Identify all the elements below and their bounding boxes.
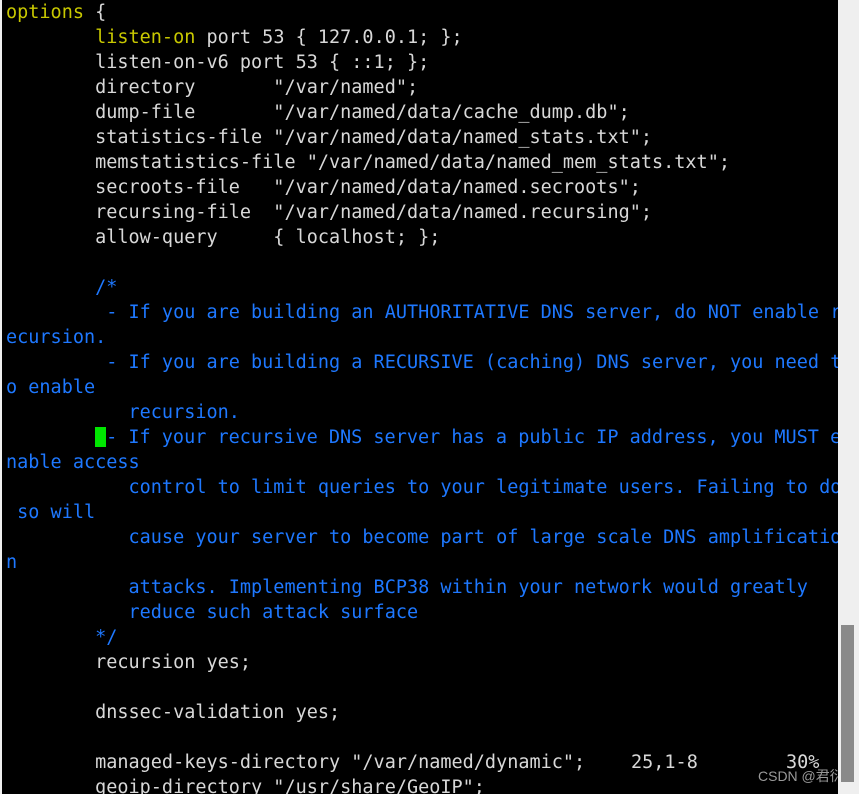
code-line: geoip-directory "/usr/share/GeoIP"; bbox=[6, 775, 838, 794]
terminal-window: options { listen-on port 53 { 127.0.0.1;… bbox=[0, 0, 859, 794]
code-line: managed-keys-directory "/var/named/dynam… bbox=[6, 750, 838, 775]
code-token: managed-keys-directory "/var/named/dynam… bbox=[6, 752, 586, 773]
code-line: memstatistics-file "/var/named/data/name… bbox=[6, 150, 838, 175]
comment-token: recursion. bbox=[6, 402, 240, 423]
comment-token: o enable bbox=[6, 377, 96, 398]
code-token: recursion yes; bbox=[6, 652, 252, 673]
window-left-border bbox=[0, 0, 2, 794]
code-line: reduce such attack surface bbox=[6, 600, 838, 625]
terminal-text-area[interactable]: options { listen-on port 53 { 127.0.0.1;… bbox=[0, 0, 838, 794]
comment-token: - If you are building a RECURSIVE (cachi… bbox=[6, 352, 838, 373]
code-line: - If you are building an AUTHORITATIVE D… bbox=[6, 300, 838, 325]
code-token: geoip-directory "/usr/share/GeoIP"; bbox=[6, 777, 485, 794]
comment-token: */ bbox=[6, 627, 118, 648]
code-line: - If your recursive DNS server has a pub… bbox=[6, 425, 838, 450]
code-token: memstatistics-file "/var/named/data/name… bbox=[6, 152, 730, 173]
code-line: listen-on-v6 port 53 { ::1; }; bbox=[6, 50, 838, 75]
file-content[interactable]: options { listen-on port 53 { 127.0.0.1;… bbox=[6, 0, 838, 794]
comment-token: - If you are building an AUTHORITATIVE D… bbox=[6, 302, 838, 323]
code-line: cause your server to become part of larg… bbox=[6, 525, 838, 550]
code-token: dump-file "/var/named/data/cache_dump.db… bbox=[6, 102, 630, 123]
code-line: listen-on port 53 { 127.0.0.1; }; bbox=[6, 25, 838, 50]
code-token: statistics-file "/var/named/data/named_s… bbox=[6, 127, 653, 148]
scrollbar-thumb[interactable] bbox=[841, 625, 854, 782]
comment-token: n bbox=[6, 552, 18, 573]
comment-token: so will bbox=[6, 502, 96, 523]
code-token: dnssec-validation yes; bbox=[6, 702, 341, 723]
keyword-token: listen-on bbox=[95, 27, 196, 48]
code-line: statistics-file "/var/named/data/named_s… bbox=[6, 125, 838, 150]
code-line: */ bbox=[6, 625, 838, 650]
code-token: secroots-file "/var/named/data/named.sec… bbox=[6, 177, 641, 198]
comment-token: reduce such attack surface bbox=[6, 602, 419, 623]
code-token: port 53 { 127.0.0.1; }; bbox=[195, 27, 463, 48]
comment-token bbox=[6, 427, 95, 448]
code-line: recursion yes; bbox=[6, 650, 838, 675]
code-line: control to limit queries to your legitim… bbox=[6, 475, 838, 500]
code-line: allow-query { localhost; }; bbox=[6, 225, 838, 250]
code-line: dnssec-validation yes; bbox=[6, 700, 838, 725]
code-line: attacks. Implementing BCP38 within your … bbox=[6, 575, 838, 600]
code-line: - If you are building a RECURSIVE (cachi… bbox=[6, 350, 838, 375]
comment-token: ecursion. bbox=[6, 327, 107, 348]
keyword-token: options bbox=[6, 2, 84, 23]
comment-token: - If your recursive DNS server has a pub… bbox=[106, 427, 838, 448]
code-line: nable access bbox=[6, 450, 838, 475]
code-line: so will bbox=[6, 500, 838, 525]
code-token: listen-on-v6 port 53 { ::1; }; bbox=[6, 52, 430, 73]
code-line: secroots-file "/var/named/data/named.sec… bbox=[6, 175, 838, 200]
comment-token: attacks. Implementing BCP38 within your … bbox=[6, 577, 808, 598]
code-line: ecursion. bbox=[6, 325, 838, 350]
code-line: directory "/var/named"; bbox=[6, 75, 838, 100]
code-token: { bbox=[83, 2, 107, 23]
code-token: directory "/var/named"; bbox=[6, 77, 419, 98]
comment-token: /* bbox=[6, 277, 118, 298]
comment-token: control to limit queries to your legitim… bbox=[6, 477, 838, 498]
comment-token: cause your server to become part of larg… bbox=[6, 527, 838, 548]
code-token: recursing-file "/var/named/data/named.re… bbox=[6, 202, 653, 223]
comment-token: nable access bbox=[6, 452, 140, 473]
vertical-scrollbar[interactable] bbox=[838, 0, 859, 794]
code-line: o enable bbox=[6, 375, 838, 400]
code-line: recursing-file "/var/named/data/named.re… bbox=[6, 200, 838, 225]
code-line: n bbox=[6, 550, 838, 575]
text-cursor bbox=[95, 427, 107, 447]
code-line: dump-file "/var/named/data/cache_dump.db… bbox=[6, 100, 838, 125]
code-line: recursion. bbox=[6, 400, 838, 425]
code-line: options { bbox=[6, 0, 838, 25]
code-line: /* bbox=[6, 275, 838, 300]
code-token: allow-query { localhost; }; bbox=[6, 227, 441, 248]
